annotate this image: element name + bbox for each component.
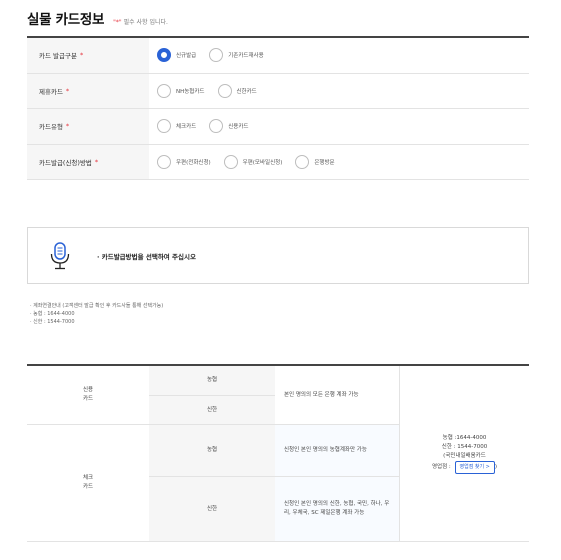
radio-button[interactable] xyxy=(157,119,171,134)
radio-option-mail-mobile[interactable]: 우편(모바일신청) xyxy=(223,154,283,169)
radio-option-check-card[interactable]: 체크카드 xyxy=(157,119,197,134)
check-shinhan-description: 신청인 본인 명의의 신한, 농협, 국민, 하나, 우리, 우체국, SC 제… xyxy=(275,477,399,542)
radio-option-label: 신용카드 xyxy=(228,124,249,131)
radio-option-shinhan-card[interactable]: 신한카드 xyxy=(217,83,257,98)
section-header: 실물 카드정보 "*" 필수 사항 입니다. xyxy=(27,8,168,28)
credit-card-header: 신용 카드 xyxy=(27,366,149,425)
card-account-table: 신용 카드 체크 카드 농협 신한 농협 신한 본인 명의의 모든 은행 계좌 가능… xyxy=(27,364,529,542)
field-label-text: 카드발급(신청)방법 xyxy=(39,158,92,167)
field-label-text: 카드유형 xyxy=(39,123,63,132)
radio-option-mail-phone[interactable]: 우편(전화신청) xyxy=(157,154,211,169)
field-label-text: 제휴카드 xyxy=(39,87,63,96)
field-label: 카드발급(신청)방법 * xyxy=(27,144,149,179)
required-star: * xyxy=(65,122,70,131)
contact-note: (국민내일배움카드 xyxy=(443,452,486,459)
radio-button[interactable] xyxy=(209,48,224,63)
check-card-header: 체크 카드 xyxy=(27,425,149,542)
required-text: 필수 사항 입니다. xyxy=(123,19,168,26)
radio-button[interactable] xyxy=(209,119,224,134)
radio-button[interactable] xyxy=(223,154,238,169)
radio-option-label: 신한카드 xyxy=(236,88,257,95)
radio-option-label: 은행방문 xyxy=(314,159,335,166)
radio-option-label: 기존카드재사용 xyxy=(228,53,264,60)
field-label: 카드유형 * xyxy=(27,109,149,144)
contact-cell: 농협 :1644-4000 신한 : 1544-7000 (국민내일배움카드 영… xyxy=(399,366,529,542)
radio-option-credit-card[interactable]: 신용카드 xyxy=(209,119,249,134)
contact-nh: 농협 :1644-4000 xyxy=(442,434,487,441)
notice-text: · 카드발급방법을 선택하여 주십시오 xyxy=(97,252,196,261)
radio-button[interactable] xyxy=(295,154,310,169)
radio-option-nh-card[interactable]: NH농협카드 xyxy=(157,83,205,98)
required-star: "*" xyxy=(113,19,122,26)
form-row-issue-type: 카드 발급구분 * 신규발급 기존카드재사용 xyxy=(27,38,529,74)
radio-button[interactable] xyxy=(217,83,232,98)
required-star: * xyxy=(65,86,70,95)
radio-option-reuse-card[interactable]: 기존카드재사용 xyxy=(209,48,264,63)
radio-group: 체크카드 신용카드 xyxy=(149,109,529,144)
check-nh-description: 신청인 본인 명의의 농협계좌만 가능 xyxy=(275,425,399,477)
card-info-form: 카드 발급구분 * 신규발급 기존카드재사용 제휴카드 * NH농협카드 신한카드 … xyxy=(27,36,529,180)
check-nh-cell: 농협 xyxy=(149,425,275,477)
radio-option-branch-visit[interactable]: 은행방문 xyxy=(295,154,335,169)
info-line: · 농협 : 1644-4000 xyxy=(30,311,75,317)
page-title: 실물 카드정보 xyxy=(27,12,105,28)
radio-button[interactable] xyxy=(157,83,171,98)
radio-option-label: 우편(모바일신청) xyxy=(242,159,283,166)
radio-option-label: 체크카드 xyxy=(176,124,197,131)
credit-card-label: 신용 카드 xyxy=(82,387,94,402)
form-row-card-type: 카드유형 * 체크카드 신용카드 xyxy=(27,109,529,145)
required-note: "*" 필수 사항 입니다. xyxy=(113,17,168,26)
radio-button-selected[interactable] xyxy=(157,48,171,63)
form-row-affiliate-card: 제휴카드 * NH농협카드 신한카드 xyxy=(27,73,529,109)
radio-group: NH농협카드 신한카드 xyxy=(149,74,529,109)
credit-shinhan-cell: 신한 xyxy=(149,396,275,425)
contact-close: ) xyxy=(494,463,498,470)
info-line: · 계좌연결안내 (고객센터 발급 확인 후 카드사들 통해 선택가능) xyxy=(30,303,164,309)
radio-button[interactable] xyxy=(157,154,171,169)
radio-group: 신규발급 기존카드재사용 xyxy=(149,38,529,73)
required-star: * xyxy=(94,157,99,166)
field-label: 카드 발급구분 * xyxy=(27,38,149,73)
radio-option-label: NH농협카드 xyxy=(176,88,205,95)
radio-option-new-issue[interactable]: 신규발급 xyxy=(157,48,197,63)
info-line: · 신한 : 1544-7000 xyxy=(30,319,75,325)
branch-label: 영업점 : xyxy=(431,463,451,470)
check-card-label: 체크 카드 xyxy=(82,475,94,490)
radio-option-label: 우편(전화신청) xyxy=(176,159,211,166)
notice-box: · 카드발급방법을 선택하여 주십시오 xyxy=(27,227,529,284)
credit-description: 본인 명의의 모든 은행 계좌 가능 xyxy=(275,366,399,425)
field-label-text: 카드 발급구분 xyxy=(39,52,77,61)
contact-shinhan: 신한 : 1544-7000 xyxy=(441,443,488,450)
credit-nh-cell: 농협 xyxy=(149,366,275,396)
radio-group: 우편(전화신청) 우편(모바일신청) 은행방문 xyxy=(149,145,529,180)
branch-row: 영업점 : 영업점 찾기 >) xyxy=(431,460,498,474)
field-label: 제휴카드 * xyxy=(27,73,149,108)
microphone-icon xyxy=(50,241,70,269)
info-list: · 계좌연결안내 (고객센터 발급 확인 후 카드사들 통해 선택가능) · 농… xyxy=(30,302,163,326)
radio-option-label: 신규발급 xyxy=(176,53,197,60)
form-row-issue-method: 카드발급(신청)방법 * 우편(전화신청) 우편(모바일신청) 은행방문 xyxy=(27,144,529,180)
find-branch-button[interactable]: 영업점 찾기 > xyxy=(454,460,495,474)
check-shinhan-cell: 신한 xyxy=(149,477,275,542)
required-star: * xyxy=(79,51,84,60)
